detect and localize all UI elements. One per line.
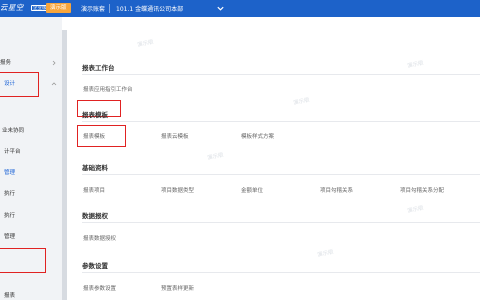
watermark: 演示版 xyxy=(292,97,311,107)
section-title-params: 参数设置 xyxy=(82,262,108,270)
chevron-down-icon[interactable] xyxy=(216,4,225,13)
link-report-template[interactable]: 报表模板 xyxy=(83,132,105,140)
link-amount-unit[interactable]: 金额单位 xyxy=(241,186,263,194)
link-report-item[interactable]: 报表项目 xyxy=(83,186,105,194)
sidebar-item-execute-1[interactable]: 执行 xyxy=(4,188,15,200)
watermark: 演示版 xyxy=(316,249,335,259)
link-report-params[interactable]: 报表参数设置 xyxy=(83,284,116,292)
sidebar-item-collab[interactable]: 业未协同 xyxy=(2,125,24,137)
watermark: 演示版 xyxy=(406,60,425,70)
sidebar-item-label: 执行 xyxy=(4,213,16,219)
top-bar: 云星空 企业版 演示版 演示账套 101.1 金蝶通讯公司本部 xyxy=(0,0,480,17)
section-title-basic-data: 基础资料 xyxy=(82,164,108,172)
chevron-right-icon[interactable] xyxy=(51,60,57,66)
link-preset-update[interactable]: 预置表样更新 xyxy=(161,284,194,292)
section-divider xyxy=(82,272,480,273)
highlight-box-sidebar-item xyxy=(0,248,46,273)
link-cloud-template[interactable]: 报表云模板 xyxy=(161,132,189,140)
sidebar-item-manage-2[interactable]: 管理 xyxy=(4,231,15,243)
sidebar-item-label: 报务 xyxy=(0,60,12,66)
watermark: 演示版 xyxy=(206,152,225,162)
sidebar-item-label: 计平台 xyxy=(4,149,21,155)
section-title-template: 报表模板 xyxy=(82,111,108,119)
sidebar-item-report[interactable]: 报表 xyxy=(4,290,15,300)
highlight-box-design xyxy=(0,72,39,97)
sidebar-item-execute-2[interactable]: 执行 xyxy=(4,210,15,222)
header-divider xyxy=(109,4,110,13)
sidebar-item-platform[interactable]: 计平台 xyxy=(4,146,21,158)
link-report-data-auth[interactable]: 报表数据授权 xyxy=(83,234,116,242)
sidebar-item-manage[interactable]: 管理 xyxy=(4,167,15,179)
trial-badge: 演示版 xyxy=(46,3,71,13)
link-check-relation-assign[interactable]: 项目勾稽关系分配 xyxy=(400,186,444,194)
account-name[interactable]: 演示账套 xyxy=(81,4,105,13)
link-item-check-relation[interactable]: 项目勾稽关系 xyxy=(320,186,353,194)
link-template-style[interactable]: 模板样式方案 xyxy=(241,132,274,140)
product-logo[interactable]: 云星空 xyxy=(0,2,24,13)
section-divider xyxy=(82,222,480,223)
link-report-guide[interactable]: 报表应用指引工作台 xyxy=(83,85,133,93)
watermark: 演示版 xyxy=(136,39,155,49)
section-divider xyxy=(82,121,480,122)
watermark: 演示版 xyxy=(406,205,425,215)
section-title-workbench: 报表工作台 xyxy=(82,64,115,72)
sidebar-item-service[interactable]: 报务 xyxy=(0,57,11,69)
product-name: 云星空 xyxy=(0,3,24,12)
organization-selector[interactable]: 101.1 金蝶通讯公司本部 xyxy=(116,4,183,13)
link-item-data-type[interactable]: 项目数据类型 xyxy=(161,186,194,194)
main-panel: 报表工作台 报表应用指引工作台 报表模板 报表模板 报表云模板 模板样式方案 基… xyxy=(67,17,480,300)
sidebar-item-label: 业未协同 xyxy=(2,128,25,134)
section-title-data-auth: 数据报权 xyxy=(82,212,108,220)
sidebar-item-label: 执行 xyxy=(4,191,16,197)
chevron-up-icon[interactable] xyxy=(51,81,57,87)
sidebar-item-label: 报表 xyxy=(4,293,16,299)
section-divider xyxy=(82,174,480,175)
section-divider xyxy=(82,74,480,75)
sidebar-item-label: 管理 xyxy=(4,234,16,240)
sidebar-item-label: 管理 xyxy=(4,170,16,176)
